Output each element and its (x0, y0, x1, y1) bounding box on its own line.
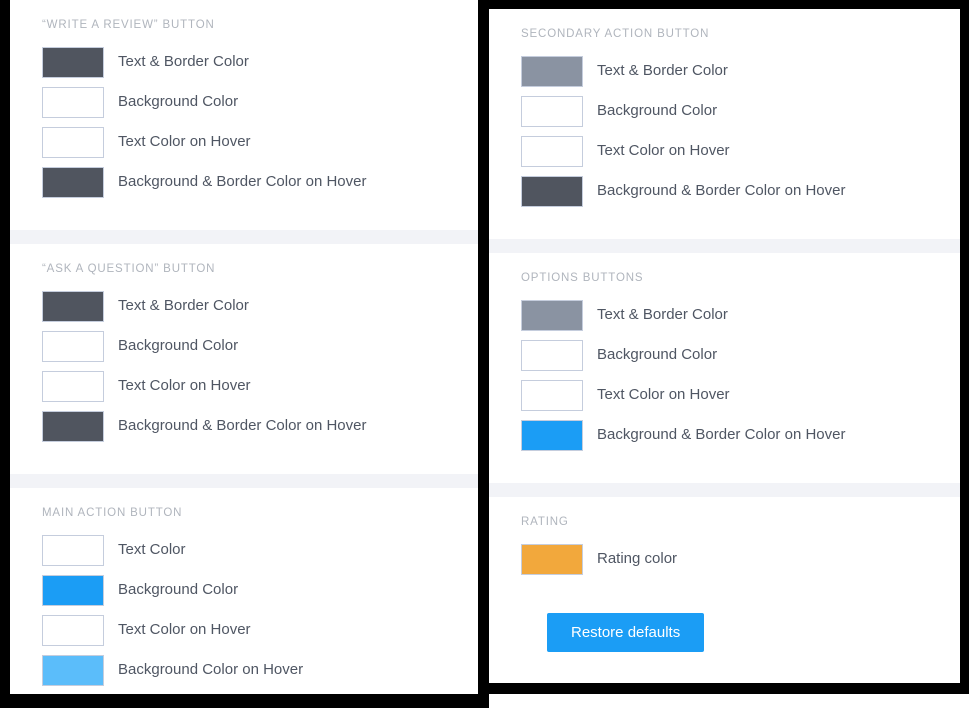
color-swatch-text-and-border[interactable] (42, 290, 104, 322)
swatch-label: Text Color on Hover (597, 386, 730, 403)
section-main-action-button: MAIN ACTION BUTTON Text Color Background… (10, 488, 478, 694)
swatch-row: Background & Border Color on Hover (515, 171, 960, 211)
swatch-label: Rating color (597, 550, 678, 567)
panel-divider (10, 230, 478, 244)
section-title: OPTIONS BUTTONS (521, 272, 644, 284)
swatch-label: Background Color (597, 346, 718, 363)
frame-bar-right (960, 0, 969, 683)
left-settings-column: “WRITE A REVIEW” BUTTON Text & Border Co… (10, 0, 478, 694)
section-options-buttons: OPTIONS BUTTONS Text & Border Color Back… (489, 253, 960, 483)
swatch-row: Background Color on Hover (36, 650, 478, 690)
restore-defaults-button[interactable]: Restore defaults (547, 613, 705, 652)
swatch-label: Text & Border Color (597, 62, 728, 79)
section-title: “WRITE A REVIEW” BUTTON (42, 19, 215, 31)
frame-bar-top-right (489, 0, 969, 9)
swatch-label: Text Color on Hover (597, 142, 730, 159)
swatch-label: Background & Border Color on Hover (118, 417, 367, 434)
section-write-a-review-button: “WRITE A REVIEW” BUTTON Text & Border Co… (10, 0, 478, 230)
swatch-row: Text & Border Color (515, 295, 960, 335)
color-swatch-background-border-hover[interactable] (521, 419, 583, 451)
color-swatch-text-hover[interactable] (42, 370, 104, 402)
panel-divider (489, 483, 960, 497)
color-swatch-text[interactable] (42, 534, 104, 566)
swatch-label: Background Color on Hover (118, 661, 304, 678)
swatch-label: Background & Border Color on Hover (597, 182, 846, 199)
section-title: “ASK A QUESTION” BUTTON (42, 263, 216, 275)
section-rating: RATING Rating color Restore defaults (489, 497, 960, 674)
panel-divider (10, 474, 478, 488)
swatch-row: Text Color on Hover (515, 375, 960, 415)
swatch-row: Background Color (515, 335, 960, 375)
color-swatch-background-border-hover[interactable] (521, 175, 583, 207)
section-title: SECONDARY ACTION BUTTON (521, 28, 710, 40)
swatch-row: Background Color (36, 326, 478, 366)
swatch-row: Background Color (36, 82, 478, 122)
color-swatch-text-hover[interactable] (521, 379, 583, 411)
swatch-label: Background Color (118, 337, 239, 354)
color-swatch-background-hover[interactable] (42, 654, 104, 686)
color-swatch-background[interactable] (42, 574, 104, 606)
color-swatch-background[interactable] (521, 339, 583, 371)
color-swatch-text-hover[interactable] (521, 135, 583, 167)
swatch-row: Text & Border Color (36, 42, 478, 82)
swatch-row: Text & Border Color (515, 51, 960, 91)
swatch-row: Background Color (36, 570, 478, 610)
color-swatch-background-border-hover[interactable] (42, 166, 104, 198)
color-swatch-background[interactable] (42, 86, 104, 118)
section-title: RATING (521, 516, 569, 528)
section-title: MAIN ACTION BUTTON (42, 507, 183, 519)
color-swatch-background[interactable] (521, 95, 583, 127)
swatch-label: Background Color (118, 581, 239, 598)
section-ask-a-question-button: “ASK A QUESTION” BUTTON Text & Border Co… (10, 244, 478, 474)
right-settings-column: SECONDARY ACTION BUTTON Text & Border Co… (489, 9, 960, 683)
frame-bar-bottom-left (0, 694, 489, 708)
swatch-row: Text Color on Hover (36, 122, 478, 162)
swatch-row: Background & Border Color on Hover (36, 406, 478, 446)
swatch-row: Text Color on Hover (36, 366, 478, 406)
swatch-row: Text Color on Hover (515, 131, 960, 171)
swatch-label: Text & Border Color (118, 297, 249, 314)
swatch-label: Background & Border Color on Hover (597, 426, 846, 443)
frame-bar-bottom-right (489, 683, 969, 694)
swatch-row: Background & Border Color on Hover (36, 162, 478, 202)
swatch-row: Text Color (36, 530, 478, 570)
swatch-label: Text Color (118, 541, 186, 558)
color-swatch-text-and-border[interactable] (521, 299, 583, 331)
swatch-label: Background Color (118, 93, 239, 110)
restore-defaults-container: Restore defaults (515, 579, 960, 652)
color-swatch-text-hover[interactable] (42, 614, 104, 646)
color-swatch-text-hover[interactable] (42, 126, 104, 158)
swatch-row: Text & Border Color (36, 286, 478, 326)
swatch-label: Text Color on Hover (118, 133, 251, 150)
swatch-label: Background Color (597, 102, 718, 119)
swatch-row: Background Color (515, 91, 960, 131)
swatch-label: Text & Border Color (597, 306, 728, 323)
swatch-label: Text Color on Hover (118, 621, 251, 638)
swatch-row: Rating color (515, 539, 960, 579)
color-swatch-rating[interactable] (521, 543, 583, 575)
color-swatch-background[interactable] (42, 330, 104, 362)
swatch-row: Text Color on Hover (36, 610, 478, 650)
section-secondary-action-button: SECONDARY ACTION BUTTON Text & Border Co… (489, 9, 960, 239)
swatch-label: Text Color on Hover (118, 377, 251, 394)
swatch-label: Text & Border Color (118, 53, 249, 70)
color-swatch-text-and-border[interactable] (521, 55, 583, 87)
panel-divider (489, 239, 960, 253)
color-swatch-background-border-hover[interactable] (42, 410, 104, 442)
color-swatch-text-and-border[interactable] (42, 46, 104, 78)
frame-bar-gap-middle (478, 0, 489, 708)
settings-color-panels: “WRITE A REVIEW” BUTTON Text & Border Co… (0, 0, 969, 708)
swatch-label: Background & Border Color on Hover (118, 173, 367, 190)
swatch-row: Background & Border Color on Hover (515, 415, 960, 455)
frame-bar-left (0, 0, 10, 708)
